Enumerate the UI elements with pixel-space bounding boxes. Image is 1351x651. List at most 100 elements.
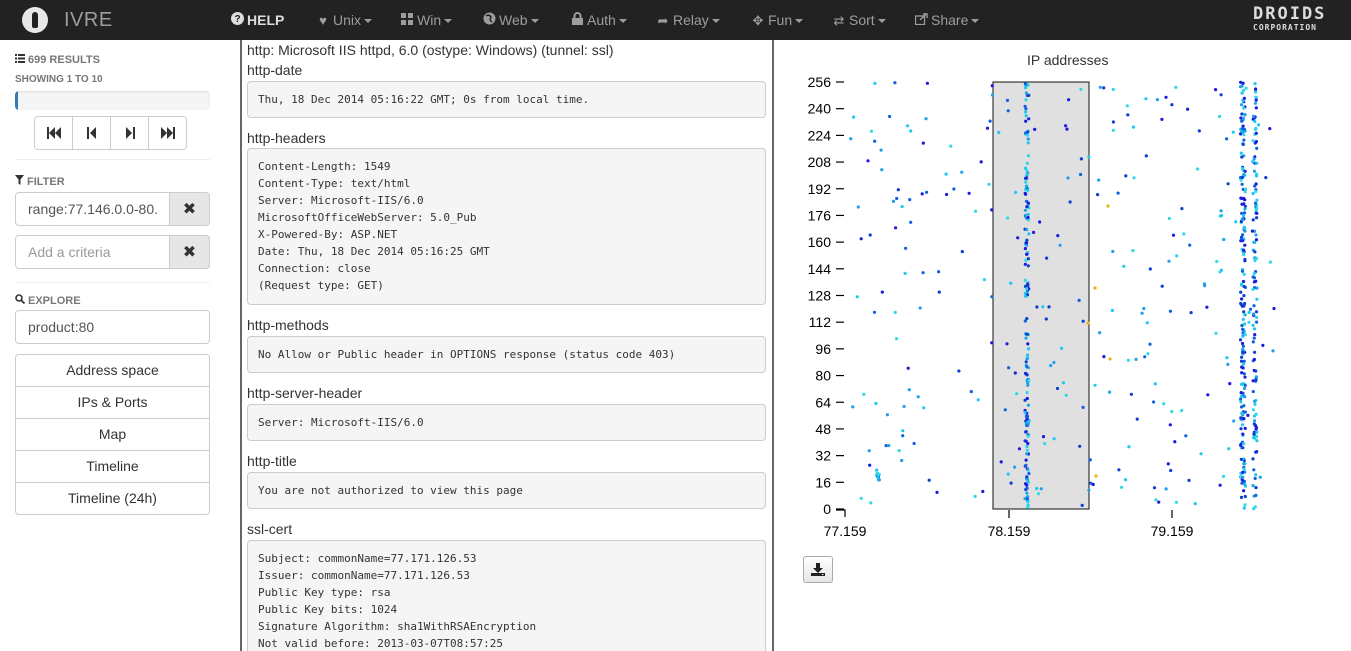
data-point <box>921 141 925 145</box>
first-page-button[interactable] <box>34 116 73 150</box>
nav-share[interactable]: Share <box>914 0 980 40</box>
data-point <box>949 144 953 148</box>
ips-ports-button[interactable]: IPs & Ports <box>15 386 210 419</box>
nav-sort[interactable]: ⇄ Sort <box>832 0 886 40</box>
data-point <box>1254 473 1258 477</box>
nav-win[interactable]: Win <box>400 0 453 40</box>
data-point <box>990 93 995 97</box>
data-point <box>1252 272 1256 276</box>
data-point <box>1220 213 1224 218</box>
remove-criteria-button[interactable]: ✖ <box>170 235 210 269</box>
nav-fun[interactable]: ✥ Fun <box>751 0 804 40</box>
data-point <box>1024 336 1028 340</box>
data-point <box>1025 491 1029 495</box>
data-point <box>1093 383 1097 387</box>
data-point <box>893 81 897 85</box>
data-point <box>1242 225 1246 229</box>
data-point <box>1239 196 1243 200</box>
nav-auth[interactable]: Auth <box>570 0 627 40</box>
data-point <box>952 187 956 191</box>
data-point <box>1243 395 1247 399</box>
showing-range: SHOWING 1 TO 10 <box>15 74 103 85</box>
data-point <box>1254 486 1258 490</box>
remove-criteria-button[interactable]: ✖ <box>170 192 210 226</box>
add-criteria-input[interactable]: Add a criteria <box>15 235 170 269</box>
filter-criteria-input[interactable]: range:77.146.0.0-80. <box>15 192 170 226</box>
y-tick-label: 80 <box>815 368 831 384</box>
data-point <box>1024 241 1029 245</box>
data-point <box>1239 457 1243 461</box>
filter-icon <box>15 175 24 188</box>
data-point <box>1251 114 1256 118</box>
data-point <box>1239 239 1243 243</box>
data-point <box>1024 176 1028 180</box>
data-point <box>1144 154 1148 158</box>
data-point <box>1111 128 1115 132</box>
droids-corporation-logo[interactable]: DROIDS CORPORATION <box>1253 6 1329 33</box>
data-point <box>875 472 879 476</box>
next-page-button[interactable] <box>110 116 149 150</box>
download-button[interactable] <box>803 556 833 583</box>
data-point <box>1242 173 1246 177</box>
data-point <box>1252 312 1256 316</box>
nav-help[interactable]: ? HELP <box>230 0 284 40</box>
map-button[interactable]: Map <box>15 418 210 451</box>
ivre-logo-icon[interactable] <box>22 7 48 33</box>
data-point <box>1023 86 1028 90</box>
data-point <box>1152 486 1157 490</box>
data-point <box>1148 342 1152 346</box>
data-point <box>1026 342 1030 346</box>
data-point <box>1255 211 1259 215</box>
data-point <box>1228 382 1232 386</box>
share-arrow-icon: ➦ <box>657 13 669 28</box>
data-point <box>1199 452 1203 456</box>
x-tick-label: 78.159 <box>988 523 1031 539</box>
selection-brush[interactable] <box>992 81 1090 510</box>
data-point <box>1129 392 1133 396</box>
nav-web[interactable]: Web <box>482 0 539 40</box>
data-point <box>1064 124 1068 128</box>
data-point <box>1120 485 1124 489</box>
address-space-button[interactable]: Address space <box>15 354 210 387</box>
nav-relay[interactable]: ➦ Relay <box>656 0 720 40</box>
data-point <box>1026 403 1031 407</box>
data-point <box>1155 98 1159 102</box>
data-point <box>1025 252 1029 256</box>
data-point <box>907 388 911 392</box>
data-point <box>905 124 910 128</box>
data-point <box>1024 107 1028 111</box>
data-point <box>1252 327 1257 331</box>
timeline-24h-button[interactable]: Timeline (24h) <box>15 482 210 515</box>
y-tick-label: 176 <box>808 207 832 223</box>
data-point <box>999 460 1003 464</box>
move-cross-icon: ✥ <box>752 13 764 28</box>
data-point <box>1052 360 1056 365</box>
data-point <box>960 250 964 254</box>
last-page-button[interactable] <box>148 116 187 150</box>
data-point <box>1102 355 1106 359</box>
prev-page-button[interactable] <box>72 116 111 150</box>
data-point <box>1111 87 1115 91</box>
nav-unix[interactable]: ♥ Unix <box>316 0 373 40</box>
timeline-button[interactable]: Timeline <box>15 450 210 483</box>
data-point <box>1272 306 1276 311</box>
y-axis: 0 16 32 48 64 80 96 112 128 144 160 176 192 208 224 240… <box>808 74 846 517</box>
ip-address-scatter-chart[interactable]: 0 16 32 48 64 80 96 112 128 144 160 176 192 208 224 240… <box>790 70 1310 545</box>
data-point <box>1240 91 1244 95</box>
data-point <box>918 306 922 310</box>
explore-header: EXPLORE <box>15 294 81 307</box>
data-point <box>1173 440 1177 444</box>
data-point <box>1243 333 1247 337</box>
brand-title[interactable]: IVRE <box>64 9 113 32</box>
data-point <box>1111 249 1115 254</box>
data-point <box>1255 315 1259 320</box>
explore-input[interactable]: product:80 <box>15 310 210 344</box>
data-point <box>1268 127 1272 131</box>
data-point <box>1240 411 1244 415</box>
data-point <box>1032 230 1036 234</box>
y-tick-label: 32 <box>815 448 831 464</box>
data-point <box>1026 434 1030 438</box>
data-point <box>1240 211 1244 215</box>
caret-down-icon <box>364 19 373 24</box>
data-point <box>880 290 884 294</box>
